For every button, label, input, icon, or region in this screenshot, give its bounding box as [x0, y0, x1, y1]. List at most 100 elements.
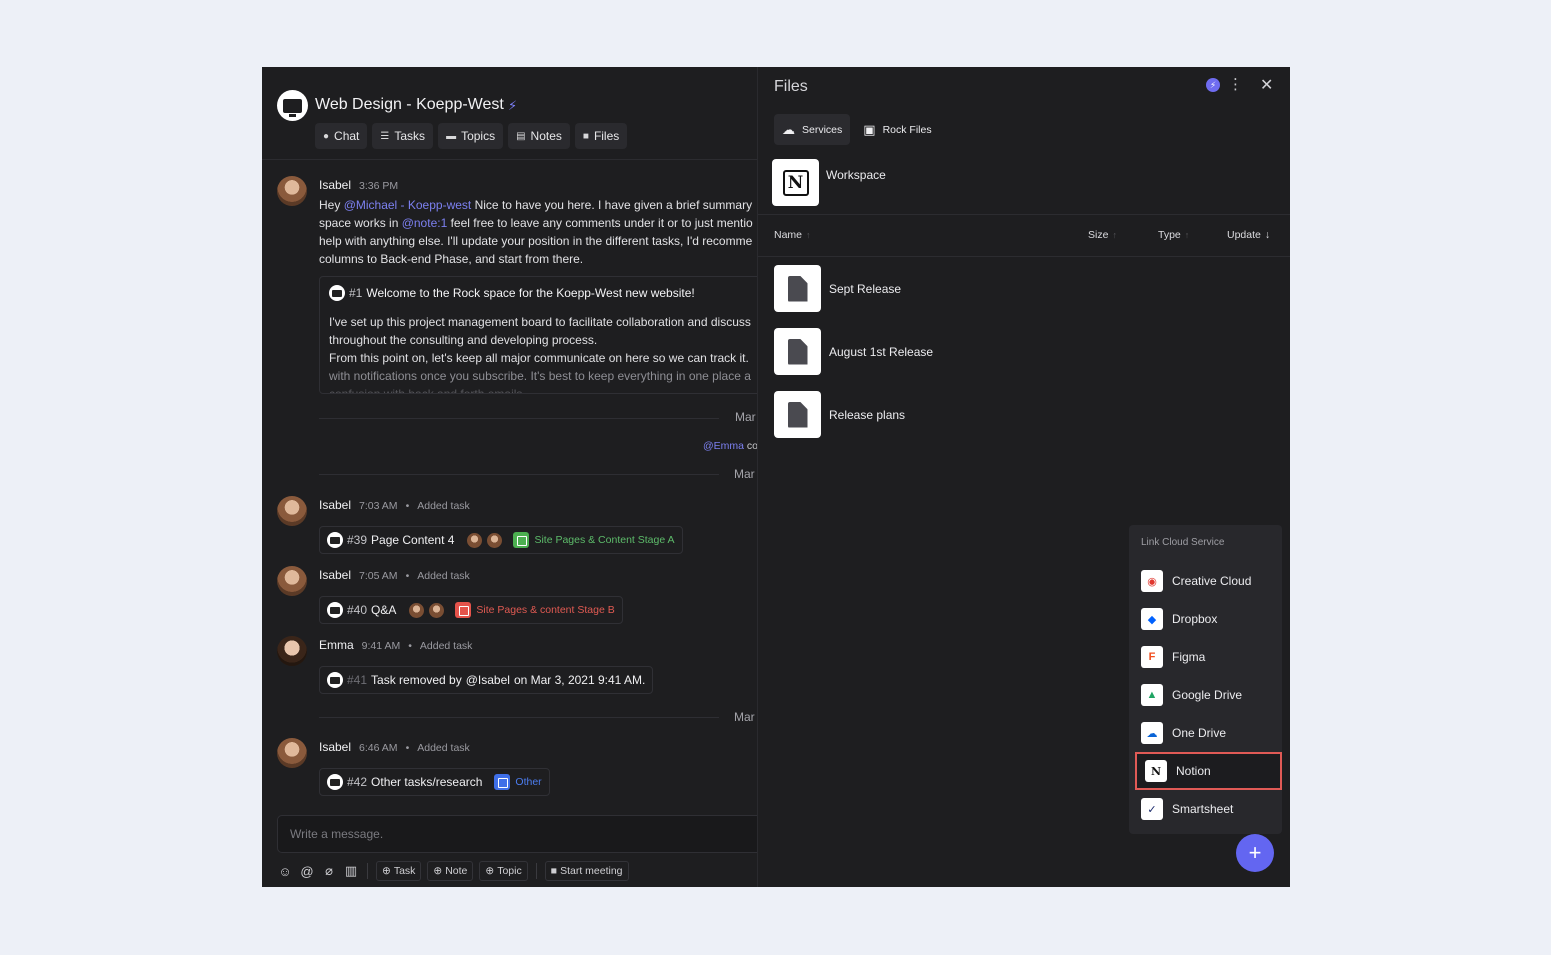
plus-icon: + — [1248, 840, 1262, 865]
author-name[interactable]: Isabel — [319, 568, 351, 582]
task-chip[interactable]: #39 Page Content 4 Site Pages & Content … — [319, 526, 683, 554]
mention-link[interactable]: @Isabel — [466, 673, 510, 687]
avatar[interactable] — [277, 496, 307, 526]
space-icon — [327, 532, 343, 548]
date-label: Mar — [734, 467, 755, 481]
board-icon — [513, 532, 530, 548]
service-one-drive[interactable]: ☁ One Drive — [1133, 716, 1282, 750]
monitor-icon — [283, 98, 302, 117]
panel-title: Files — [774, 78, 808, 95]
author-name[interactable]: Isabel — [319, 178, 351, 192]
space-icon — [327, 602, 343, 618]
tab-files[interactable]: ■ Files — [574, 123, 628, 149]
space-avatar[interactable] — [277, 90, 308, 121]
stage-badge: Site Pages & Content Stage A — [513, 532, 675, 548]
add-note-button[interactable]: ⊕ Note — [427, 861, 474, 881]
add-topic-button[interactable]: ⊕ Topic — [479, 861, 528, 881]
space-icon — [327, 774, 343, 790]
removed-task-chip: #41 Task removed by @Isabel on Mar 3, 20… — [319, 666, 654, 694]
file-row[interactable]: Release plans — [774, 391, 905, 438]
task-chip[interactable]: #40 Q&A Site Pages & content Stage B — [319, 596, 623, 624]
author-name[interactable]: Emma — [319, 638, 354, 652]
notion-logo: N — [772, 159, 819, 206]
avatar — [466, 531, 484, 549]
avatar[interactable] — [277, 566, 307, 596]
service-smartsheet[interactable]: ✓ Smartsheet — [1133, 792, 1282, 826]
toolbar-divider — [535, 863, 537, 879]
service-notion[interactable]: N Notion — [1135, 752, 1282, 790]
tab-rock-files[interactable]: ▣ Rock Files — [855, 114, 939, 145]
start-meeting-button[interactable]: ■ Start meeting — [544, 861, 629, 881]
date-divider — [319, 717, 719, 718]
file-icon — [774, 391, 821, 438]
bolt-icon[interactable]: ⚡ — [1206, 78, 1220, 92]
tab-services[interactable]: ☁ Services — [774, 114, 851, 145]
note-link[interactable]: @note:1 — [402, 216, 448, 230]
bolt-icon[interactable]: ⚡ — [508, 98, 517, 114]
message-header: Isabel 3:36 PM — [319, 178, 398, 192]
message-input[interactable]: Write a message. — [277, 815, 757, 853]
space-icon — [329, 285, 345, 301]
space-tabs: ● Chat ☰ Tasks ▬ Topics ▤ Notes ■ Files — [315, 123, 628, 149]
avatar — [408, 601, 426, 619]
creative-cloud-icon: ◉ — [1141, 570, 1163, 592]
inbox-icon: ▣ — [863, 121, 876, 137]
service-google-drive[interactable]: ▲ Google Drive — [1133, 678, 1282, 712]
sort-desc-icon: ↓ — [1264, 229, 1271, 241]
tab-topics[interactable]: ▬ Topics — [438, 123, 504, 149]
figma-icon: F — [1141, 646, 1163, 668]
file-row[interactable]: August 1st Release — [774, 328, 933, 375]
message-header: Isabel 7:03 AM • Added task — [319, 498, 470, 512]
file-icon — [774, 265, 821, 312]
column-update[interactable]: Update ↓ — [1227, 229, 1270, 241]
author-name[interactable]: Isabel — [319, 740, 351, 754]
message-action: Added task — [417, 500, 470, 512]
date-label: Mar — [735, 410, 756, 424]
tab-notes[interactable]: ▤ Notes — [508, 123, 570, 149]
tab-chat[interactable]: ● Chat — [315, 123, 368, 149]
composer-toolbar: ☺ @ ⌀ ▥ ⊕ Task ⊕ Note ⊕ Topic ■ Start meetin… — [277, 861, 629, 881]
attachment-icon[interactable]: ⌀ — [321, 863, 337, 879]
note-excerpt: I've set up this project management boar… — [329, 315, 751, 394]
close-icon[interactable]: ✕ — [1260, 75, 1273, 95]
file-row[interactable]: Sept Release — [774, 265, 901, 312]
service-creative-cloud[interactable]: ◉ Creative Cloud — [1133, 564, 1282, 598]
column-name[interactable]: Name ↑ — [774, 229, 811, 241]
message-action: Added task — [417, 570, 470, 582]
folder-icon: ■ — [582, 130, 589, 142]
more-options-icon[interactable]: ⋮ — [1228, 75, 1243, 93]
toolbar-divider — [367, 863, 368, 879]
column-size[interactable]: Size ↑ — [1088, 229, 1117, 241]
column-type[interactable]: Type ↑ — [1158, 229, 1189, 241]
add-service-button[interactable]: + — [1236, 834, 1274, 872]
stage-badge: Other — [494, 774, 542, 790]
add-task-button[interactable]: ⊕ Task — [376, 861, 422, 881]
message-time: 9:41 AM — [361, 640, 401, 652]
workspace-name[interactable]: Workspace — [826, 168, 886, 182]
emoji-icon[interactable]: ☺ — [277, 864, 293, 879]
tab-tasks[interactable]: ☰ Tasks — [372, 123, 434, 149]
date-label: Mar — [734, 710, 755, 724]
plus-circle-icon: ⊕ — [485, 865, 495, 877]
tasks-icon: ☰ — [380, 130, 390, 142]
avatar[interactable] — [277, 738, 307, 768]
mention-icon[interactable]: @ — [299, 864, 315, 879]
board-icon — [494, 774, 511, 790]
mention-link[interactable]: @Emma — [703, 440, 744, 452]
message-action: Added task — [419, 640, 473, 652]
files-panel: Files ⚡ ⋮ ✕ ☁ Services ▣ Rock Files N Work… — [757, 67, 1290, 887]
mention-link[interactable]: @Michael - Koepp-west — [344, 198, 472, 212]
message-header: Isabel 6:46 AM • Added task — [319, 740, 470, 754]
onedrive-icon: ☁ — [1141, 722, 1163, 744]
note-preview-card[interactable]: #1 Welcome to the Rock space for the Koe… — [319, 276, 757, 394]
avatar[interactable] — [277, 176, 307, 206]
service-figma[interactable]: F Figma — [1133, 640, 1282, 674]
task-chip[interactable]: #42 Other tasks/research Other — [319, 768, 550, 796]
sort-icon: ↑ — [1184, 230, 1190, 240]
service-dropbox[interactable]: ◆ Dropbox — [1133, 602, 1282, 636]
poll-icon[interactable]: ▥ — [343, 863, 359, 879]
author-name[interactable]: Isabel — [319, 498, 351, 512]
message-action: Added task — [417, 742, 470, 754]
avatar[interactable] — [277, 636, 307, 666]
plus-circle-icon: ⊕ — [382, 865, 391, 877]
